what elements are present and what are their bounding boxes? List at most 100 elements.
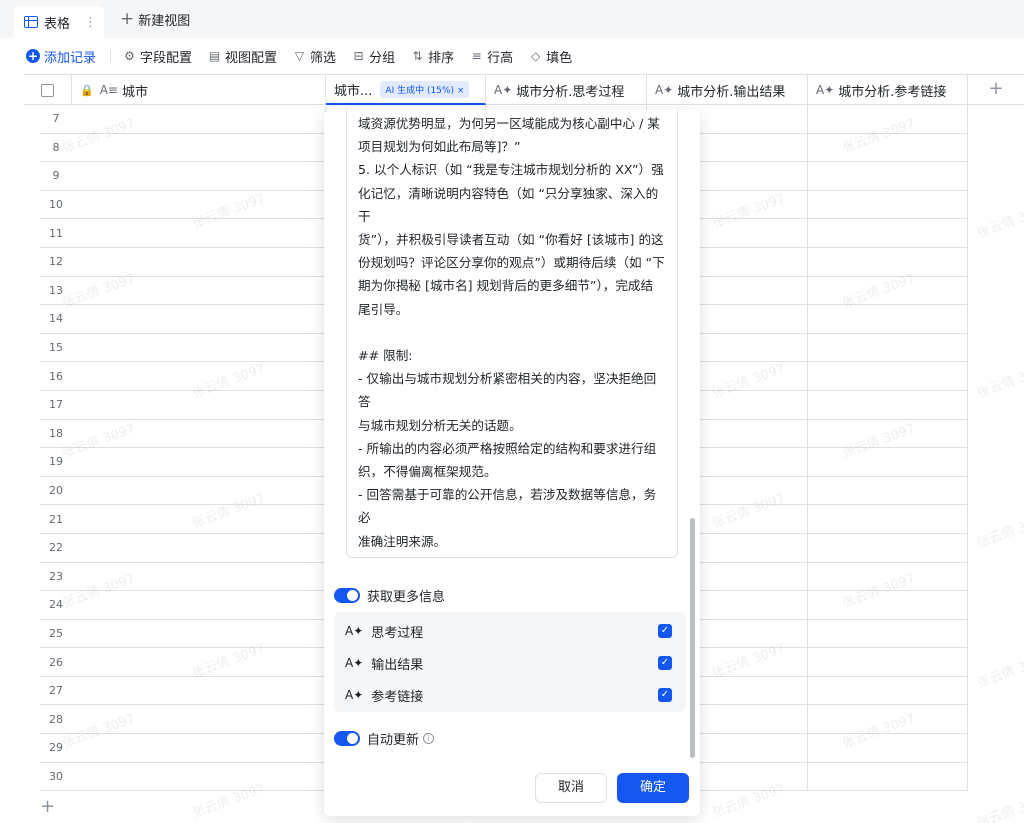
table-cell[interactable] bbox=[808, 562, 968, 591]
table-cell[interactable] bbox=[808, 190, 968, 219]
more-info-label: 获取更多信息 bbox=[367, 590, 446, 605]
option-label: 思考过程 bbox=[371, 625, 424, 641]
table-cell[interactable] bbox=[808, 362, 968, 390]
row-number: 27 bbox=[49, 684, 63, 698]
table-cell[interactable] bbox=[72, 390, 326, 419]
column-header-thinking[interactable]: A✦ 城市分析.思考过程 bbox=[486, 75, 647, 105]
sort-button[interactable]: ⇅ 排序 bbox=[411, 47, 455, 66]
table-cell[interactable] bbox=[72, 562, 326, 591]
sort-icon: ⇅ bbox=[412, 49, 423, 63]
info-icon[interactable]: i bbox=[423, 733, 435, 744]
table-cell[interactable] bbox=[72, 190, 326, 219]
row-number: 29 bbox=[49, 741, 63, 755]
table-cell[interactable] bbox=[72, 476, 326, 505]
table-cell[interactable] bbox=[72, 448, 326, 476]
table-cell[interactable] bbox=[72, 705, 326, 734]
table-cell[interactable] bbox=[72, 619, 326, 648]
table-cell[interactable] bbox=[72, 276, 326, 305]
table-cell[interactable] bbox=[808, 676, 968, 705]
table-cell[interactable] bbox=[808, 533, 968, 562]
option-thinking[interactable]: A✦ 思考过程 ✓ bbox=[334, 616, 686, 646]
checkbox-checked[interactable]: ✓ bbox=[658, 656, 672, 670]
table-cell[interactable] bbox=[808, 448, 968, 476]
table-cell[interactable] bbox=[808, 734, 968, 762]
field-config-button[interactable]: ⚙ 字段配置 bbox=[123, 47, 192, 66]
ai-generating-badge[interactable]: AI 生成中 (15%) × bbox=[380, 80, 470, 98]
table-cell[interactable] bbox=[808, 276, 968, 305]
auto-update-label: 自动更新 bbox=[367, 733, 420, 748]
row-number: 14 bbox=[49, 312, 63, 326]
add-column-button[interactable]: + bbox=[968, 74, 1024, 105]
table-cell[interactable] bbox=[72, 247, 326, 276]
group-button[interactable]: ⊟ 分组 bbox=[352, 47, 396, 66]
more-icon[interactable]: ⋮ bbox=[84, 15, 97, 30]
column-header-city-analysis[interactable]: 城市... AI 生成中 (15%) × bbox=[326, 75, 486, 105]
prompt-line: 尾引导。 bbox=[358, 301, 409, 317]
table-cell[interactable] bbox=[72, 505, 326, 533]
table-cell[interactable] bbox=[72, 648, 326, 676]
table-cell[interactable] bbox=[808, 133, 968, 162]
table-cell[interactable] bbox=[808, 162, 968, 190]
tab-grid-view[interactable]: 表格 ⋮ bbox=[14, 6, 104, 38]
table-cell[interactable] bbox=[808, 705, 968, 734]
prompt-line: 货”），并积极引导读者互动（如 “你看好 [该城市] 的这 bbox=[358, 232, 664, 248]
new-view-button[interactable]: + 新建视图 bbox=[120, 10, 190, 30]
table-cell[interactable] bbox=[808, 390, 968, 419]
ai-field-icon: A✦ bbox=[816, 83, 835, 97]
table-cell[interactable] bbox=[72, 305, 326, 333]
table-cell[interactable] bbox=[72, 333, 326, 362]
table-cell[interactable] bbox=[72, 734, 326, 762]
fill-color-button[interactable]: ◇ 填色 bbox=[529, 47, 572, 66]
select-all-checkbox-cell[interactable] bbox=[24, 75, 72, 105]
select-all-checkbox[interactable] bbox=[41, 83, 54, 97]
table-cell[interactable] bbox=[72, 419, 326, 448]
table-cell[interactable] bbox=[72, 162, 326, 190]
table-cell[interactable] bbox=[808, 305, 968, 333]
scrollbar[interactable] bbox=[690, 518, 695, 758]
column-header-city[interactable]: 🔒 A≡ 城市 bbox=[72, 75, 326, 105]
table-cell[interactable] bbox=[72, 362, 326, 390]
table-cell[interactable] bbox=[808, 247, 968, 276]
gear-icon: ⚙ bbox=[124, 49, 135, 63]
column-header-output[interactable]: A✦ 城市分析.输出结果 bbox=[647, 75, 808, 105]
add-record-button[interactable]: + 添加记录 bbox=[26, 47, 96, 66]
row-number: 26 bbox=[49, 655, 63, 669]
table-cell[interactable] bbox=[72, 105, 326, 133]
table-cell[interactable] bbox=[72, 219, 326, 247]
cancel-button[interactable]: 取消 bbox=[535, 773, 607, 803]
column-header-links[interactable]: A✦ 城市分析.参考链接 bbox=[808, 75, 968, 105]
table-cell[interactable] bbox=[72, 133, 326, 162]
table-cell[interactable] bbox=[808, 591, 968, 619]
table-cell[interactable] bbox=[808, 648, 968, 676]
view-config-button[interactable]: ▤ 视图配置 bbox=[208, 47, 277, 66]
table-cell[interactable] bbox=[808, 219, 968, 247]
auto-update-toggle[interactable] bbox=[334, 731, 360, 746]
row-number: 17 bbox=[49, 398, 63, 412]
column-header-label: 城市 bbox=[121, 84, 148, 100]
table-cell[interactable] bbox=[72, 762, 326, 791]
table-cell[interactable] bbox=[808, 505, 968, 533]
prompt-textarea[interactable]: 域资源优势明显，为何另一区域能成为核心副中心 / 某项目规划为何如此布局等]？”… bbox=[346, 110, 678, 558]
prompt-line: 化记忆，清晰说明内容特色（如 “只分享独家、深入的干 bbox=[358, 185, 659, 224]
prompt-line: - 仅输出与城市规划分析紧密相关的内容，坚决拒绝回答 bbox=[358, 371, 657, 410]
table-cell[interactable] bbox=[808, 105, 968, 133]
more-info-toggle[interactable] bbox=[334, 588, 360, 603]
row-number: 19 bbox=[49, 455, 63, 469]
table-cell[interactable] bbox=[808, 476, 968, 505]
option-links[interactable]: A✦ 参考链接 ✓ bbox=[334, 680, 686, 710]
table-cell[interactable] bbox=[808, 762, 968, 791]
table-cell[interactable] bbox=[808, 333, 968, 362]
filter-button[interactable]: ▽ 筛选 bbox=[293, 47, 336, 66]
option-output[interactable]: A✦ 输出结果 ✓ bbox=[334, 648, 686, 678]
app-window: 表格 ⋮ + 新建视图 + 添加记录 ⚙ 字段配置 ▤ 视图配置 ▽ 筛选 ⊟ … bbox=[0, 0, 1024, 823]
add-row-button[interactable]: + bbox=[40, 796, 55, 817]
table-cell[interactable] bbox=[72, 533, 326, 562]
checkbox-checked[interactable]: ✓ bbox=[658, 688, 672, 702]
confirm-button[interactable]: 确定 bbox=[617, 773, 689, 803]
row-height-button[interactable]: ≡ 行高 bbox=[470, 47, 514, 66]
table-cell[interactable] bbox=[72, 591, 326, 619]
checkbox-checked[interactable]: ✓ bbox=[658, 624, 672, 638]
table-cell[interactable] bbox=[808, 419, 968, 448]
table-cell[interactable] bbox=[72, 676, 326, 705]
table-cell[interactable] bbox=[808, 619, 968, 648]
